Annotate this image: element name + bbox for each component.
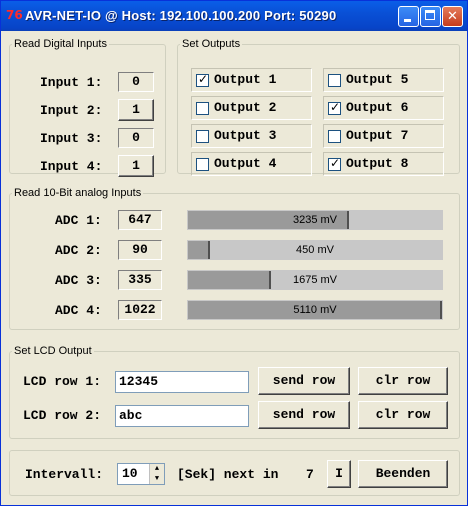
app-icon: 76: [6, 8, 23, 22]
adc-2-value: 90: [118, 240, 162, 260]
input-4-label: Input 4:: [40, 159, 103, 174]
adc-2-label: ADC 2:: [55, 243, 102, 258]
digital-inputs-legend: Read Digital Inputs: [14, 38, 107, 50]
lcd-row-2-label: LCD row 2:: [23, 408, 102, 423]
next-in-label: [Sek] next in: [177, 467, 279, 482]
checkmark-icon: ✓: [329, 100, 341, 114]
checkmark-icon: ✓: [197, 72, 209, 86]
input-1-label: Input 1:: [40, 75, 103, 90]
input-2-value: 1: [118, 99, 154, 121]
input-1-value: 0: [118, 72, 154, 92]
adc-1-value: 647: [118, 210, 162, 230]
lcd-row-2-input[interactable]: abc: [115, 405, 249, 427]
spin-up-icon[interactable]: ▲: [149, 464, 164, 474]
main-window: 76 AVR-NET-IO @ Host: 192.100.100.200 Po…: [0, 0, 468, 506]
input-2-label: Input 2:: [40, 103, 103, 118]
clear-row-1-button[interactable]: clr row: [358, 367, 448, 395]
title-bar[interactable]: 76 AVR-NET-IO @ Host: 192.100.100.200 Po…: [1, 1, 467, 31]
adc-2-bar: 450 mV: [187, 240, 443, 260]
send-row-2-button[interactable]: send row: [258, 401, 350, 429]
interval-value: 10: [122, 466, 138, 481]
clear-row-2-button[interactable]: clr row: [358, 401, 448, 429]
maximize-button[interactable]: [420, 6, 441, 27]
output-2-checkbox[interactable]: Output 2: [191, 96, 312, 120]
adc-2-bar-text: 450 mV: [296, 244, 334, 256]
output-4-checkbox[interactable]: Output 4: [191, 152, 312, 176]
adc-4-bar-text: 5110 mV: [293, 304, 337, 316]
adc-1-bar: 3235 mV: [187, 210, 443, 230]
send-row-1-button[interactable]: send row: [258, 367, 350, 395]
spin-down-icon[interactable]: ▼: [149, 474, 164, 484]
interval-label: Intervall:: [25, 467, 104, 482]
digital-inputs-group: Read Digital Inputs Input 1: 0 Input 2: …: [9, 38, 166, 177]
input-4-value: 1: [118, 155, 154, 177]
adc-3-value: 335: [118, 270, 162, 290]
output-3-checkbox[interactable]: Output 3: [191, 124, 312, 148]
i-button[interactable]: I: [327, 460, 351, 488]
close-icon: ✕: [447, 9, 458, 24]
output-5-checkbox[interactable]: Output 5: [323, 68, 444, 92]
quit-button[interactable]: Beenden: [358, 460, 448, 488]
adc-3-bar: 1675 mV: [187, 270, 443, 290]
outputs-group: Set Outputs ✓ Output 1 Output 2 Output 3 …: [177, 38, 460, 176]
window-title: AVR-NET-IO @ Host: 192.100.100.200 Port:…: [25, 8, 337, 23]
adc-1-bar-text: 3235 mV: [292, 214, 338, 226]
lcd-row-1-input[interactable]: 12345: [115, 371, 249, 393]
lcd-output-legend: Set LCD Output: [14, 345, 92, 357]
countdown-value: 7: [306, 467, 314, 482]
adc-1-label: ADC 1:: [55, 213, 102, 228]
minimize-icon: [404, 19, 411, 22]
close-button[interactable]: ✕: [442, 6, 463, 27]
analog-inputs-legend: Read 10-Bit analog Inputs: [14, 187, 142, 199]
adc-3-bar-text: 1675 mV: [292, 274, 338, 286]
adc-4-value: 1022: [118, 300, 162, 320]
input-3-label: Input 3:: [40, 131, 103, 146]
adc-4-bar: 5110 mV: [187, 300, 443, 320]
output-1-checkbox[interactable]: ✓ Output 1: [191, 68, 312, 92]
outputs-legend: Set Outputs: [182, 38, 241, 50]
maximize-icon: [425, 10, 435, 20]
minimize-button[interactable]: [398, 6, 419, 27]
lcd-row-1-label: LCD row 1:: [23, 374, 102, 389]
adc-4-label: ADC 4:: [55, 303, 102, 318]
interval-spinner[interactable]: 10 ▲ ▼: [117, 463, 165, 485]
input-3-value: 0: [118, 128, 154, 148]
checkmark-icon: ✓: [329, 156, 341, 170]
output-7-checkbox[interactable]: Output 7: [323, 124, 444, 148]
adc-3-label: ADC 3:: [55, 273, 102, 288]
output-6-checkbox[interactable]: ✓ Output 6: [323, 96, 444, 120]
output-8-checkbox[interactable]: ✓ Output 8: [323, 152, 444, 176]
